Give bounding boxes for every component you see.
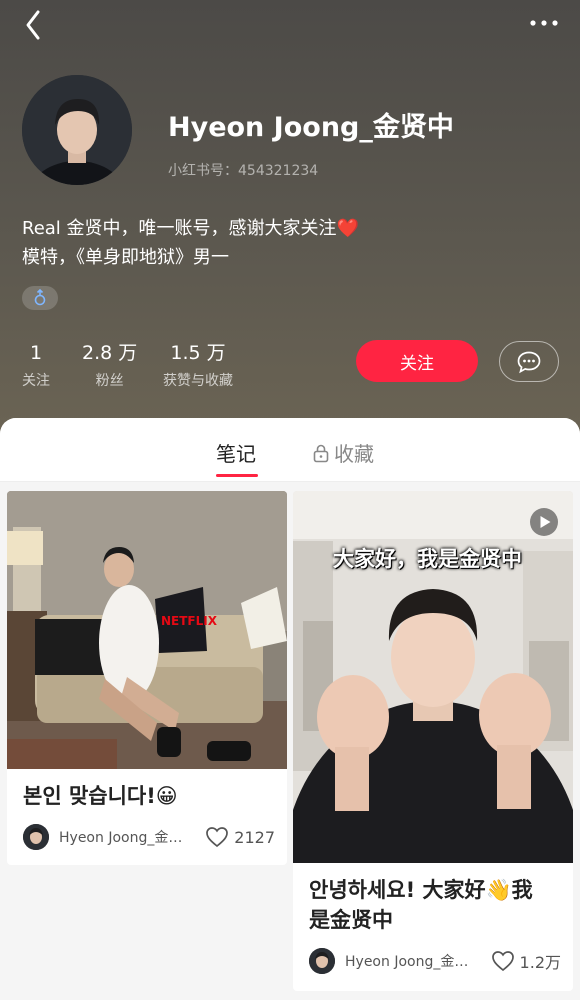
video-play-indicator (529, 507, 559, 537)
profile-bio: Real 金贤中，唯一账号，感谢大家关注❤️ 模特，《单身即地狱》男一 (22, 214, 359, 272)
stat-fans[interactable]: 2.8 万 粉丝 (82, 342, 137, 390)
gender-tag (22, 286, 58, 310)
author-avatar[interactable] (309, 948, 335, 974)
bio-line-1: Real 金贤中，唯一账号，感谢大家关注❤️ (22, 218, 359, 239)
active-tab-indicator (216, 474, 258, 477)
stat-following-label: 关注 (22, 373, 50, 389)
note-card[interactable]: NETFLIX 본인 맞습니다!😀 Hyeon Joong_金… 2127 (7, 491, 287, 865)
tab-bar: 笔记 收藏 (0, 418, 580, 482)
avatar-photo (22, 75, 132, 185)
note-card[interactable]: 大家好，我是金贤中 안녕하세요! 大家好👋我 是金贤中 Hyeon Joong_… (293, 491, 573, 991)
author-name[interactable]: Hyeon Joong_金… (345, 951, 469, 971)
more-button[interactable] (526, 10, 562, 36)
note-title-line-1: 안녕하세요! 大家好👋我 (309, 878, 533, 902)
video-overlay-caption: 大家好，我是金贤中 (333, 547, 522, 571)
author-name[interactable]: Hyeon Joong_金… (59, 827, 183, 847)
like-count: 2127 (234, 827, 275, 847)
profile-header: Hyeon Joong_金贤中 小红书号：454321234 Real 金贤中，… (0, 0, 580, 440)
like-button[interactable]: 1.2万 (491, 949, 561, 973)
note-meta: Hyeon Joong_金… 2127 (23, 824, 275, 850)
stat-fans-label: 粉丝 (95, 373, 124, 389)
note-title: 본인 맞습니다!😀 (23, 784, 178, 808)
stat-following-value: 1 (29, 342, 43, 364)
male-icon (34, 289, 46, 306)
note-title-line-2: 是金贤中 (309, 908, 393, 932)
tab-collections-label: 收藏 (334, 442, 374, 466)
profile-nickname: Hyeon Joong_金贤中 (168, 112, 454, 143)
back-button[interactable] (20, 8, 50, 42)
like-count: 1.2万 (519, 953, 561, 972)
tab-collections[interactable]: 收藏 (312, 438, 374, 467)
stat-fans-value: 2.8 万 (82, 342, 138, 364)
play-icon (530, 508, 558, 536)
tab-notes[interactable]: 笔记 (216, 438, 256, 467)
note-cover-image: NETFLIX (7, 491, 287, 769)
more-dots-icon (530, 20, 558, 26)
follow-button[interactable]: 关注 (356, 340, 478, 382)
chat-bubble-icon (517, 351, 541, 373)
author-avatar[interactable] (23, 824, 49, 850)
back-arrow-icon (26, 10, 40, 40)
stat-likes-value: 1.5 万 (170, 342, 226, 364)
svg-text:NETFLIX: NETFLIX (161, 614, 218, 628)
heart-icon (206, 827, 229, 848)
message-button[interactable] (499, 341, 559, 382)
notes-sheet: 笔记 收藏 NETFLIX 본인 맞습니다!😀 Hyeon Joong_金… 2… (0, 418, 580, 1000)
stat-likes-label: 获赞与收藏 (163, 373, 233, 389)
stat-following[interactable]: 1 关注 (22, 342, 50, 390)
like-button[interactable]: 2127 (205, 826, 275, 848)
profile-red-id: 小红书号：454321234 (168, 163, 319, 179)
author-avatar-image (23, 824, 49, 850)
stat-likes-collects[interactable]: 1.5 万 获赞与收藏 (163, 342, 233, 390)
bio-line-2: 模特，《单身即地狱》男一 (22, 247, 229, 268)
lock-icon (313, 444, 329, 462)
heart-icon (491, 951, 514, 972)
author-avatar-image (309, 948, 335, 974)
note-meta: Hyeon Joong_金… 1.2万 (309, 948, 561, 974)
note-title: 안녕하세요! 大家好👋我 是金贤中 (309, 875, 533, 935)
profile-avatar[interactable] (22, 75, 132, 185)
